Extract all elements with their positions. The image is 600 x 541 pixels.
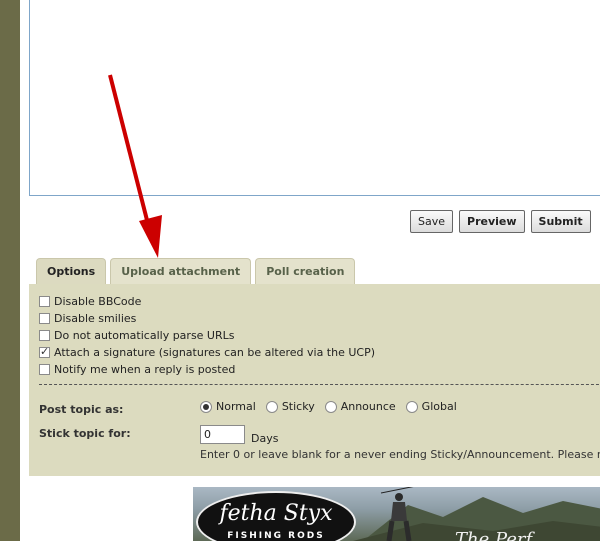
left-sidebar-stripe: [0, 0, 20, 541]
message-editor-textarea[interactable]: [29, 0, 600, 196]
stick-topic-label: Stick topic for:: [39, 427, 131, 440]
tab-poll-creation[interactable]: Poll creation: [255, 258, 356, 284]
logo-text: fetha Styx: [219, 501, 333, 526]
sponsor-banner[interactable]: fetha Styx FISHING RODS The Perf: [193, 487, 600, 541]
action-buttons: Save Preview Submit: [410, 210, 591, 233]
submit-button[interactable]: Submit: [530, 210, 591, 233]
tab-options[interactable]: Options: [36, 258, 107, 284]
stick-topic-hint: Enter 0 or leave blank for a never endin…: [200, 448, 600, 461]
disable-bbcode-checkbox[interactable]: [39, 296, 50, 307]
options-divider: [39, 384, 600, 385]
radio-label-announce: Announce: [340, 400, 396, 413]
post-topic-radios: Normal Sticky Announce Global: [200, 400, 457, 413]
radio-sticky[interactable]: [265, 400, 278, 413]
radio-global[interactable]: [405, 400, 418, 413]
option-label: Do not automatically parse URLs: [54, 329, 235, 342]
radio-label-global: Global: [421, 400, 457, 413]
notify-reply-checkbox[interactable]: [39, 364, 50, 375]
option-label: Notify me when a reply is posted: [54, 363, 236, 376]
attach-signature-checkbox[interactable]: [39, 345, 50, 358]
option-label: Disable BBCode: [54, 295, 142, 308]
option-no-parse-urls[interactable]: Do not automatically parse URLs: [39, 329, 235, 342]
banner-script-text: The Perf: [455, 529, 533, 541]
angler-figure-image: [380, 487, 414, 541]
no-parse-urls-checkbox[interactable]: [39, 330, 50, 341]
radio-label-sticky: Sticky: [281, 400, 315, 413]
option-attach-signature[interactable]: Attach a signature (signatures can be al…: [39, 345, 376, 359]
logo-subtitle: FISHING RODS: [227, 531, 325, 541]
radio-label-normal: Normal: [216, 400, 256, 413]
stick-days-input[interactable]: [200, 425, 245, 444]
disable-smilies-checkbox[interactable]: [39, 313, 50, 324]
days-unit-label: Days: [251, 432, 279, 445]
radio-announce[interactable]: [324, 400, 337, 413]
posting-tabs: Options Upload attachment Poll creation: [36, 258, 356, 284]
option-disable-smilies[interactable]: Disable smilies: [39, 312, 136, 325]
option-disable-bbcode[interactable]: Disable BBCode: [39, 295, 141, 308]
option-label: Disable smilies: [54, 312, 137, 325]
tab-upload-attachment[interactable]: Upload attachment: [110, 258, 252, 284]
post-topic-label: Post topic as:: [39, 403, 124, 416]
radio-normal[interactable]: [200, 400, 212, 413]
options-panel: Disable BBCode Disable smilies Do not au…: [29, 284, 600, 476]
preview-button[interactable]: Preview: [459, 210, 525, 233]
option-label: Attach a signature (signatures can be al…: [54, 346, 376, 359]
save-button[interactable]: Save: [410, 210, 454, 233]
option-notify-reply[interactable]: Notify me when a reply is posted: [39, 363, 235, 376]
